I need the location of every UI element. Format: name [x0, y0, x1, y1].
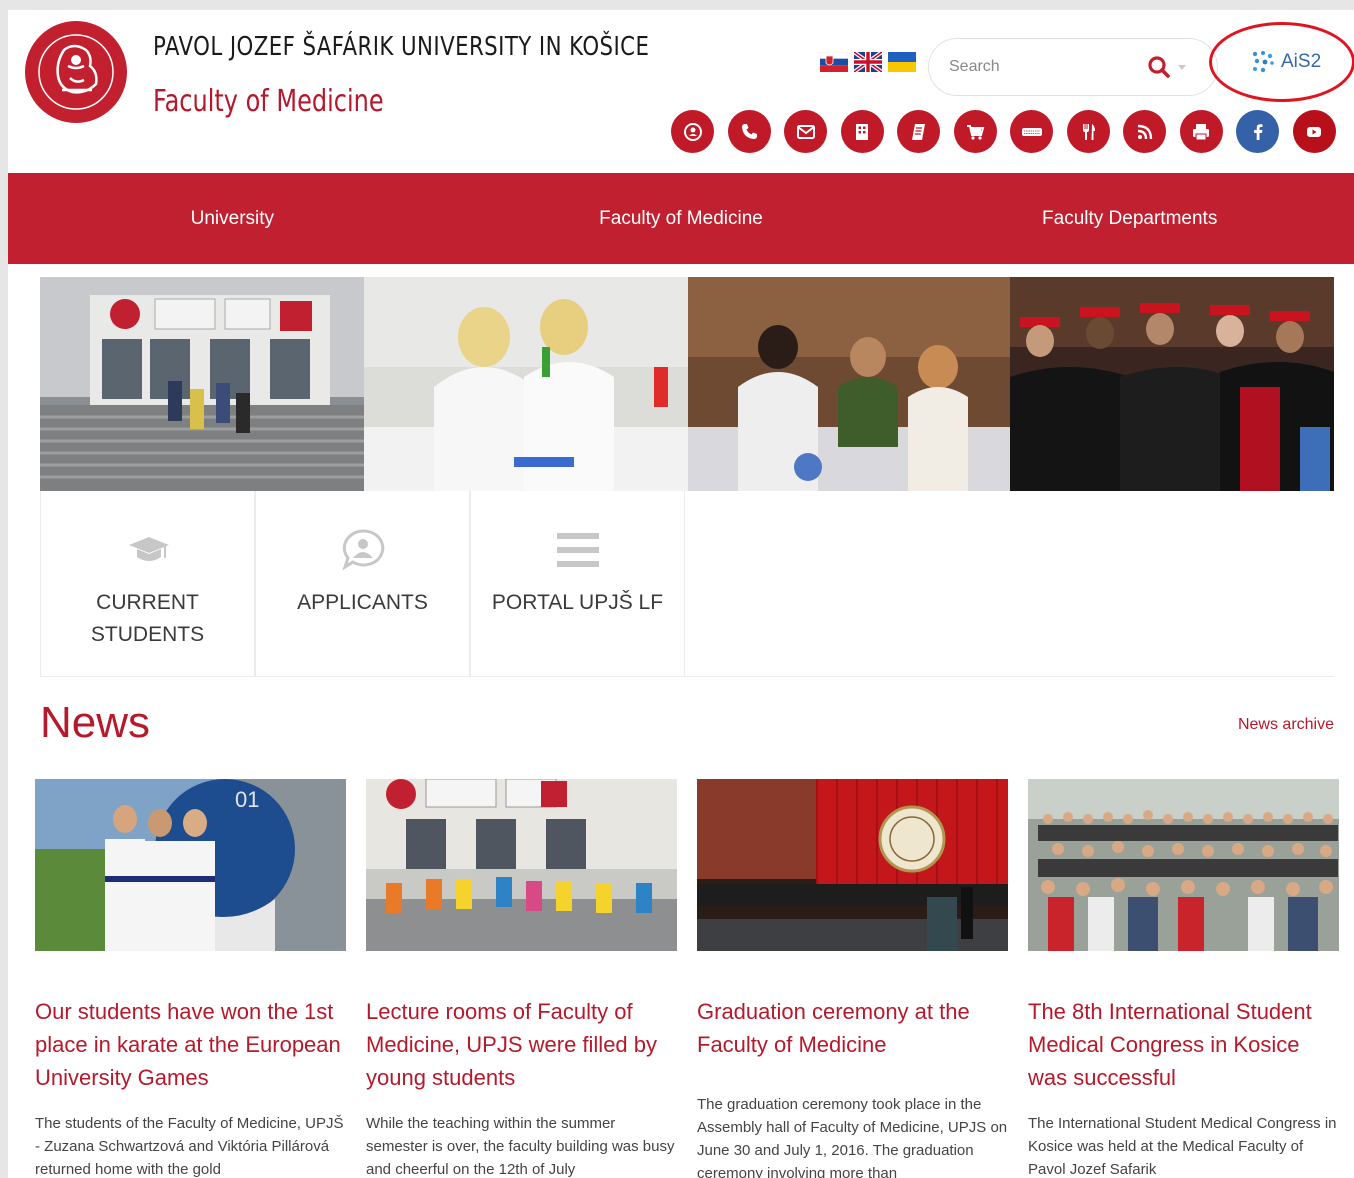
news-card-excerpt: The students of the Faculty of Medicine,…: [35, 1115, 344, 1178]
nav-university[interactable]: University: [8, 173, 457, 264]
main-navigation: University Faculty of Medicine Faculty D…: [8, 173, 1354, 264]
building-icon[interactable]: [840, 110, 884, 153]
rss-icon[interactable]: [1123, 110, 1166, 153]
menu-bars-icon: [556, 533, 599, 567]
news-card-excerpt: While the teaching within the summer sem…: [366, 1115, 675, 1178]
news-card-excerpt: The International Student Medical Congre…: [1028, 1115, 1337, 1178]
student-congress-photo: [1028, 779, 1339, 951]
graduation-photo: [1010, 277, 1334, 491]
cart-icon[interactable]: [953, 110, 997, 153]
mail-icon[interactable]: [784, 110, 827, 153]
youtube-icon[interactable]: [1292, 110, 1336, 153]
news-card-title[interactable]: Lecture rooms of Faculty of Medicine, UP…: [366, 995, 677, 1094]
ukraine-flag-icon[interactable]: [888, 52, 916, 72]
young-students-photo: [366, 779, 677, 951]
news-card[interactable]: The 8th International Student Medical Co…: [1028, 779, 1339, 1178]
news-card-title[interactable]: Graduation ceremony at the Faculty of Me…: [697, 995, 1008, 1061]
news-card[interactable]: Graduation ceremony at the Faculty of Me…: [697, 779, 1008, 1178]
svg-text:01: 01: [235, 787, 259, 812]
quick-link-label: CURRENT STUDENTS: [90, 591, 205, 646]
quick-links: CURRENT STUDENTS APPLICANTS PORTAL UPJŠ …: [40, 491, 685, 677]
chevron-down-icon[interactable]: [1177, 64, 1187, 72]
chat-icon[interactable]: [671, 110, 714, 153]
university-name: PAVOL JOZEF ŠAFÁRIK UNIVERSITY IN KOŠICE: [153, 32, 650, 62]
ais-dots-icon: [1252, 51, 1274, 73]
search-input[interactable]: [949, 58, 1139, 76]
news-card[interactable]: 01 Our students have won the 1st place i…: [35, 779, 346, 1178]
slovak-flag-icon[interactable]: [820, 52, 848, 72]
ais2-label: AiS2: [1281, 51, 1322, 72]
keyboard-icon[interactable]: [1010, 110, 1053, 153]
graduation-cap-icon: [128, 537, 169, 561]
uk-flag-icon[interactable]: [854, 52, 882, 72]
graduation-ceremony-photo: [697, 779, 1008, 951]
news-archive-link[interactable]: News archive: [1208, 716, 1334, 734]
quick-link-label: PORTAL UPJŠ LF: [491, 591, 664, 614]
ais2-link[interactable]: AiS2: [1251, 50, 1321, 74]
students-practical-photo: [688, 277, 1010, 491]
quick-link-label: APPLICANTS: [297, 591, 428, 614]
person-chat-icon: [341, 529, 384, 571]
language-switcher: [820, 52, 916, 72]
notebook-icon[interactable]: [897, 110, 940, 153]
print-icon[interactable]: [1179, 110, 1223, 153]
cutlery-icon[interactable]: [1066, 110, 1110, 153]
search-box: [928, 38, 1218, 96]
quick-link-portal[interactable]: PORTAL UPJŠ LF: [470, 491, 685, 677]
quick-link-applicants[interactable]: APPLICANTS: [255, 491, 470, 677]
faculty-building-photo: [40, 277, 364, 491]
news-heading: News: [40, 698, 151, 747]
nav-faculty-departments[interactable]: Faculty Departments: [905, 173, 1354, 264]
news-card[interactable]: Lecture rooms of Faculty of Medicine, UP…: [366, 779, 677, 1178]
news-card-excerpt: The graduation ceremony took place in th…: [697, 1096, 1008, 1178]
news-card-title[interactable]: Our students have won the 1st place in k…: [35, 995, 346, 1094]
search-icon[interactable]: [1147, 55, 1171, 79]
news-list: 01 Our students have won the 1st place i…: [35, 779, 1339, 1178]
page: PAVOL JOZEF ŠAFÁRIK UNIVERSITY IN KOŠICE…: [8, 10, 1354, 1178]
quick-icon-row: [671, 110, 1336, 153]
university-seal-logo[interactable]: [24, 20, 128, 124]
nav-faculty-of-medicine[interactable]: Faculty of Medicine: [457, 173, 906, 264]
banner-collage: [40, 277, 1334, 491]
phone-icon[interactable]: [727, 110, 771, 153]
karate-photo: 01: [35, 779, 346, 951]
news-card-title[interactable]: The 8th International Student Medical Co…: [1028, 995, 1339, 1094]
facebook-icon[interactable]: [1236, 110, 1279, 153]
faculty-name: Faculty of Medicine: [153, 84, 384, 119]
laboratory-photo: [364, 277, 688, 491]
divider: [685, 676, 1334, 677]
quick-link-current-students[interactable]: CURRENT STUDENTS: [40, 491, 255, 677]
